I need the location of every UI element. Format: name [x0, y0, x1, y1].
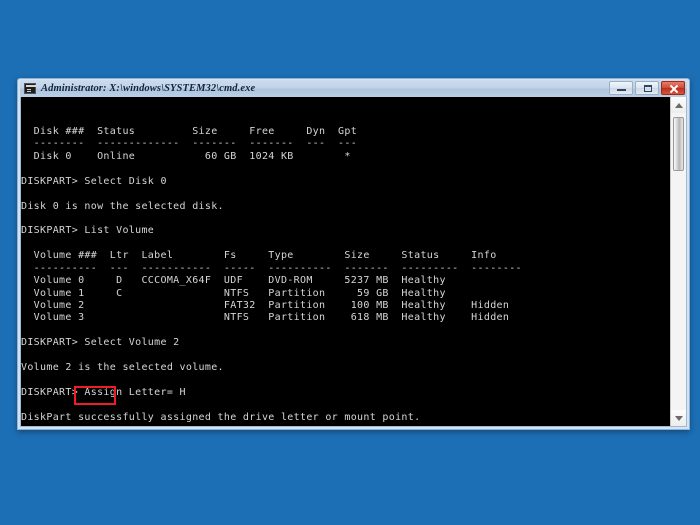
cmd-console-icon: [24, 83, 36, 94]
console-line: Disk 0 Online 60 GB 1024 KB *: [21, 150, 351, 162]
console-line: Disk 0 is now the selected disk.: [21, 200, 224, 212]
console-line: ---------- --- ----------- ----- -------…: [21, 262, 522, 274]
window-title-bar[interactable]: Administrator: X:\windows\SYSTEM32\cmd.e…: [20, 80, 687, 97]
console-line: Volume ### Ltr Label Fs Type Size Status…: [21, 250, 497, 262]
vertical-scrollbar[interactable]: [670, 97, 686, 426]
console-line: Volume 3 NTFS Partition 618 MB Healthy H…: [21, 312, 510, 324]
console-line: Volume 1 C NTFS Partition 59 GB Healthy: [21, 287, 446, 299]
console-line: DISKPART> Select Volume 2: [21, 337, 180, 349]
console-line: -------- ------------- ------- ------- -…: [21, 138, 358, 150]
console-line: Volume 2 is the selected volume.: [21, 362, 224, 374]
console-line: DISKPART> Select Disk 0: [21, 175, 167, 187]
console-lines: Disk ### Status Size Free Dyn Gpt ------…: [21, 126, 670, 426]
command-prompt-window[interactable]: Administrator: X:\windows\SYSTEM32\cmd.e…: [17, 78, 690, 430]
scrollbar-thumb[interactable]: [673, 117, 684, 171]
console-line: DiskPart successfully assigned the drive…: [21, 411, 421, 423]
window-title: Administrator: X:\windows\SYSTEM32\cmd.e…: [41, 83, 256, 94]
console-area[interactable]: Disk ### Status Size Free Dyn Gpt ------…: [20, 97, 687, 427]
console-line: Volume 2 FAT32 Partition 100 MB Healthy …: [21, 300, 510, 312]
minimize-button[interactable]: [609, 81, 633, 95]
console-line: Disk ### Status Size Free Dyn Gpt: [21, 125, 358, 137]
close-button[interactable]: [661, 81, 685, 95]
scroll-down-arrow[interactable]: [671, 410, 686, 426]
console-line: DISKPART> List Volume: [21, 225, 155, 237]
console-output[interactable]: Disk ### Status Size Free Dyn Gpt ------…: [21, 97, 670, 426]
console-line: Volume 0 D CCCOMA_X64F UDF DVD-ROM 5237 …: [21, 275, 446, 287]
maximize-button[interactable]: [635, 81, 659, 95]
scrollbar-track[interactable]: [671, 113, 686, 410]
window-controls[interactable]: [609, 81, 685, 95]
scroll-up-arrow[interactable]: [671, 97, 686, 113]
console-line: DISKPART> Assign Letter= H: [21, 387, 186, 399]
